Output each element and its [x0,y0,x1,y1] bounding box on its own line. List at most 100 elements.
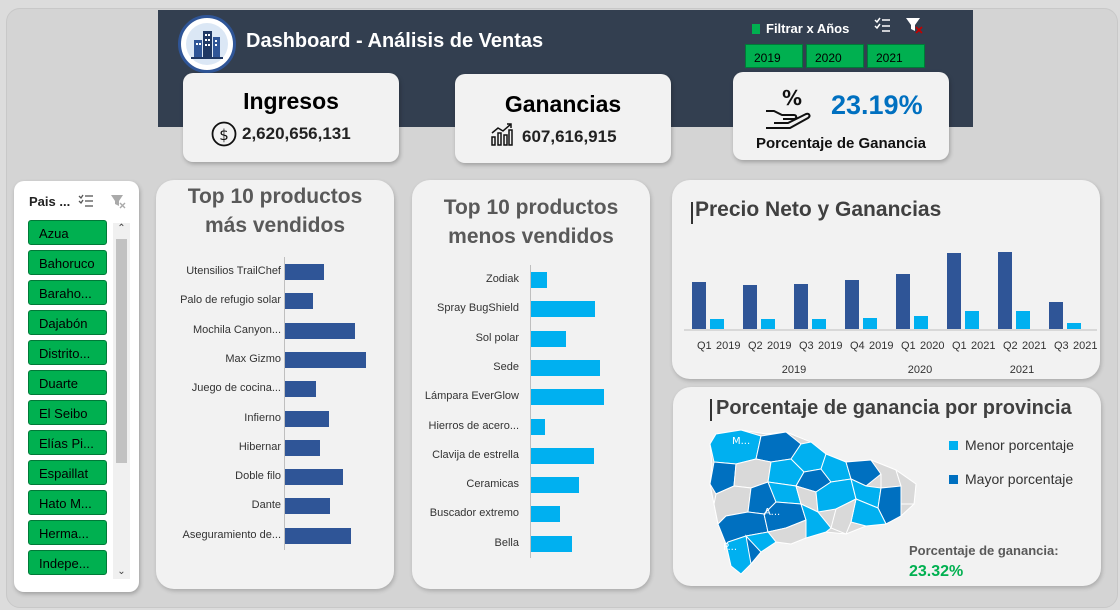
bar[interactable] [531,535,572,552]
top-products-title-2: más vendidos [204,214,346,237]
quarter-year-label: 2021 [971,340,995,352]
scrollbar-thumb[interactable] [116,239,127,463]
slicer-item[interactable]: Espaillat [28,460,107,485]
scroll-down-icon[interactable]: ⌄ [113,566,130,577]
bar[interactable] [285,498,330,515]
slicer-item[interactable]: El Seibo [28,400,107,425]
slicer-scrollbar[interactable]: ⌃ ⌄ [113,223,130,579]
slicer-item[interactable]: Herma... [28,520,107,545]
multi-select-icon[interactable] [873,16,891,39]
slicer-title: Pais ... [29,194,71,209]
top-products-title-1: Top 10 productos [187,185,363,208]
growth-chart-icon [490,123,514,152]
map-label-p: P... [723,542,737,553]
year-group-label: 2021 [1010,364,1034,376]
bar[interactable] [531,447,594,464]
price-bar[interactable] [914,316,928,329]
quarter-label: Q4 [850,340,865,352]
kpi-card-ganancias: Ganancias 607,616,915 [455,74,671,163]
bar[interactable] [285,381,316,398]
bar-category-label: Lámpara EverGlow [424,390,519,403]
price-chart-panel: Precio Neto y Ganancias Q1 2019 Q2 2019 Q3 20… [672,180,1100,379]
bar-row: Buscador extremo [412,499,650,529]
bar[interactable] [285,322,355,339]
bar[interactable] [531,301,595,318]
bar[interactable] [531,389,604,406]
bar-category-label: Doble filo [235,470,281,483]
page-title: Dashboard - Análisis de Ventas [246,30,544,52]
price-bar[interactable] [845,280,859,329]
bar[interactable] [531,506,560,523]
price-bar[interactable] [1049,302,1063,329]
price-bar[interactable] [794,284,808,329]
bar[interactable] [285,469,343,486]
year-button-2021[interactable]: 2021 [867,44,925,68]
bar-category-label: Max Gizmo [225,352,281,365]
bar[interactable] [285,410,329,427]
price-bar[interactable] [1016,311,1030,329]
bar-category-label: Sol polar [475,331,519,344]
scroll-up-icon[interactable]: ⌃ [113,223,130,234]
quarter-label: Q1 [901,340,916,352]
slicer-item[interactable]: Hato M... [28,490,107,515]
bar[interactable] [285,439,320,456]
bar[interactable] [285,527,351,544]
price-bar[interactable] [896,274,910,329]
clear-filter-icon[interactable] [905,16,923,39]
legend-label-mayor: Mayor porcentaje [965,471,1074,487]
quarter-year-label: 2019 [818,340,842,352]
price-bar[interactable] [710,319,724,329]
bar-category-label: Ceramicas [466,478,519,491]
year-button-2020[interactable]: 2020 [806,44,864,68]
price-chart-svg: Q1 2019 Q2 2019 Q3 2019 Q4 2019 Q1 2020 Q1 2021 Q2 20… [684,252,1097,376]
bar[interactable] [531,477,579,494]
slicer-item[interactable]: Dajabón [28,310,107,335]
price-bar[interactable] [965,311,979,329]
bar-row: Mochila Canyon... [156,316,394,346]
slicer-clear-filter-icon[interactable] [110,193,126,214]
slicer-multiselect-icon[interactable] [78,193,94,214]
quarter-label: Q2 [1003,340,1018,352]
bar-row: Hierros de acero... [412,412,650,442]
price-bar[interactable] [863,318,877,329]
bar-row: Aseguramiento de... [156,521,394,551]
bar[interactable] [285,293,313,310]
price-bar[interactable] [1067,323,1081,329]
slicer-item[interactable]: Elías Pi... [28,430,107,455]
dominican-republic-map[interactable]: M... A... P... [706,424,921,584]
year-button-2019[interactable]: 2019 [745,44,803,68]
price-bar[interactable] [761,319,775,329]
bar-row: Infierno [156,404,394,434]
price-bar[interactable] [692,282,706,329]
slicer-item[interactable]: Duarte [28,370,107,395]
bar[interactable] [531,418,545,435]
bar-row: Sol polar [412,324,650,354]
bar[interactable] [285,351,366,368]
kpi-porcentaje-value: 23.19% [831,90,923,120]
price-bar[interactable] [947,253,961,329]
price-bar[interactable] [743,285,757,329]
bar[interactable] [531,359,600,376]
slicer-item[interactable]: Indepe... [28,550,107,575]
slicer-item[interactable]: Distrito... [28,340,107,365]
slicer-item[interactable]: Baraho... [28,280,107,305]
bar[interactable] [285,264,324,280]
slicer-item[interactable]: Azua [28,220,107,245]
bar-category-label: Hibernar [238,440,281,453]
filter-marker-icon [752,23,760,34]
bar-row: Clavija de estrella [412,441,650,471]
province-slicer[interactable]: Pais ... Azua Bahoruco Baraho... Dajabón Dis… [14,181,139,592]
quarter-year-label: 2020 [920,340,944,352]
bottom-products-chart: Zodiak Spray BugShield Sol polar Sede Lámpar… [412,265,650,565]
map-title-accent-bar [710,399,712,421]
percent-hand-icon: % [763,85,817,134]
bar[interactable] [531,272,547,288]
bar-category-label: Infierno [244,411,281,424]
price-bar[interactable] [998,252,1012,329]
kpi-porcentaje-label: Porcentaje de Ganancia [755,135,927,152]
slicer-item[interactable]: Bahoruco [28,250,107,275]
bar-row: Bella [412,529,650,559]
price-bar[interactable] [812,319,826,329]
bar-row: Juego de cocina... [156,374,394,404]
bar[interactable] [531,330,566,347]
